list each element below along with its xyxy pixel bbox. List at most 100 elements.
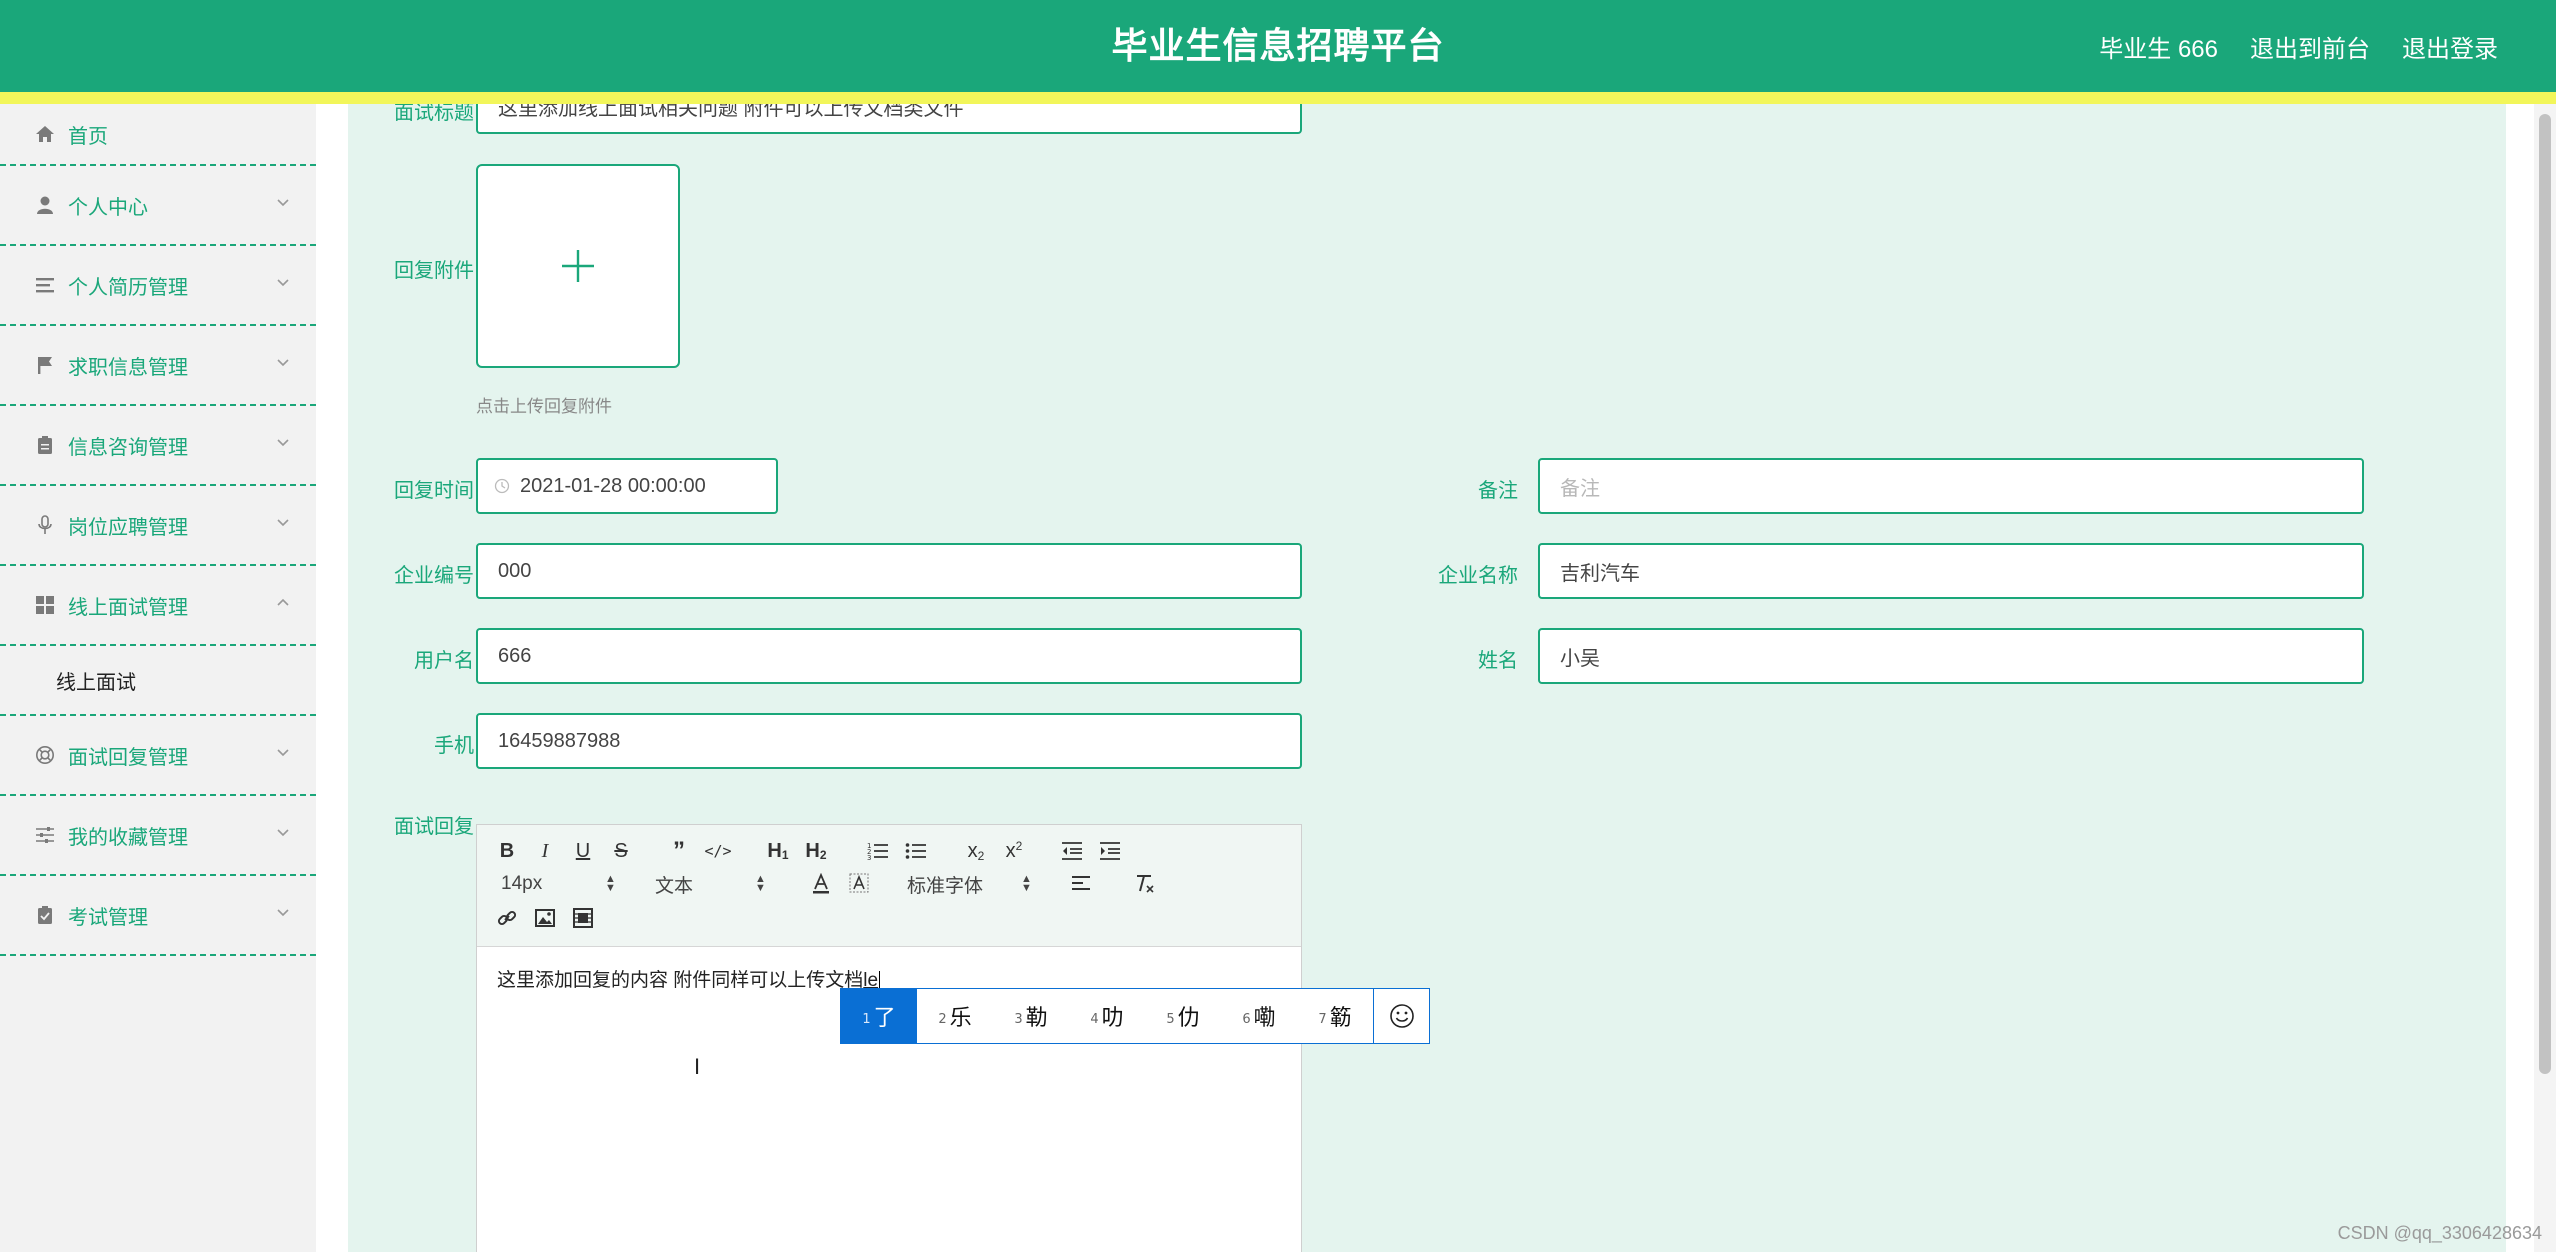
link-icon[interactable] — [495, 905, 519, 931]
chevron-down-icon — [277, 199, 289, 207]
subscript-icon[interactable]: x2 — [961, 839, 991, 864]
interview-title-input[interactable]: 这里添加线上面试相关问题 附件可以上传文档类文件 — [476, 104, 1302, 134]
sidebar-item-job-info[interactable]: 求职信息管理 — [0, 326, 316, 406]
smiley-icon — [1389, 1004, 1414, 1028]
phone-input[interactable]: 16459887988 — [476, 713, 1302, 769]
reply-time-picker[interactable]: 2021-01-28 00:00:00 — [476, 458, 778, 514]
sidebar-item-label: 个人中心 — [68, 196, 148, 219]
chevron-down-icon — [277, 749, 289, 757]
chevron-down-icon — [277, 359, 289, 367]
heading-1-icon[interactable]: H1 — [763, 839, 793, 863]
ordered-list-icon[interactable]: 123 — [865, 839, 891, 863]
sidebar-subitem-online-interview[interactable]: 线上面试 — [0, 646, 316, 716]
sidebar-item-online-interview[interactable]: 线上面试管理 — [0, 566, 316, 646]
sliders-icon — [34, 824, 56, 846]
username-input[interactable]: 666 — [476, 628, 1302, 684]
font-family-select[interactable]: 标准字体 ▲ ▼ — [907, 871, 1037, 897]
blockquote-icon[interactable]: ” — [667, 837, 691, 864]
sidebar-item-label: 信息咨询管理 — [68, 436, 188, 459]
reply-label: 面试回复 — [394, 816, 474, 838]
superscript-icon[interactable]: x2 — [999, 839, 1029, 863]
name-input[interactable]: 小吴 — [1538, 628, 2364, 684]
sidebar-item-consult[interactable]: 信息咨询管理 — [0, 406, 316, 486]
clock-icon — [494, 478, 510, 494]
editor-text: 这里添加回复的内容 附件同样可以上传文档 — [497, 970, 864, 991]
sidebar-item-personal-center[interactable]: 个人中心 — [0, 166, 316, 246]
font-color-icon[interactable] — [809, 871, 833, 897]
company-id-input[interactable]: 000 — [476, 543, 1302, 599]
sidebar-item-interview-reply[interactable]: 面试回复管理 — [0, 716, 316, 796]
company-id-label: 企业编号 — [394, 565, 474, 587]
interview-title-label: 面试标题 — [394, 104, 474, 124]
current-user-label[interactable]: 毕业生 666 — [2099, 29, 2218, 64]
grid-icon — [34, 594, 56, 616]
watermark: CSDN @qq_3306428634 — [2337, 1223, 2542, 1243]
top-header: 毕业生信息招聘平台 毕业生 666 退出到前台 退出登录 — [0, 0, 2556, 92]
sidebar-item-label: 求职信息管理 — [68, 356, 188, 379]
select-arrows-icon: ▲ ▼ — [755, 873, 766, 894]
text-cursor-icon: I — [694, 1054, 701, 1079]
ime-candidate-1[interactable]: 1了 — [841, 989, 917, 1043]
ime-candidate-7[interactable]: 7簕 — [1297, 989, 1373, 1043]
microphone-icon — [34, 514, 56, 536]
phone-label: 手机 — [434, 735, 474, 757]
svg-text:3: 3 — [867, 854, 871, 861]
sidebar-item-application[interactable]: 岗位应聘管理 — [0, 486, 316, 566]
paragraph-format-select[interactable]: 文本 ▲ ▼ — [655, 871, 775, 897]
bold-icon[interactable]: B — [495, 839, 519, 863]
image-icon[interactable] — [533, 905, 557, 931]
ime-candidate-2[interactable]: 2乐 — [917, 989, 993, 1043]
sidebar-item-label: 个人简历管理 — [68, 276, 188, 299]
ime-candidate-4[interactable]: 4叻 — [1069, 989, 1145, 1043]
underline-icon[interactable]: U — [571, 839, 595, 863]
ime-candidate-3[interactable]: 3勒 — [993, 989, 1069, 1043]
chevron-down-icon — [277, 909, 289, 917]
bullet-list-icon[interactable] — [903, 839, 929, 863]
font-size-value: 14px — [501, 873, 543, 894]
lifebuoy-icon — [34, 744, 56, 766]
attachment-hint: 点击上传回复附件 — [476, 397, 612, 416]
chevron-down-icon — [277, 279, 289, 287]
sidebar-item-resume[interactable]: 个人简历管理 — [0, 246, 316, 326]
select-arrows-icon: ▲ ▼ — [1021, 873, 1032, 894]
name-label: 姓名 — [1478, 650, 1518, 672]
page-scrollbar[interactable] — [2534, 104, 2556, 1252]
list-icon — [34, 274, 56, 296]
chevron-up-icon — [277, 598, 289, 606]
reply-time-label: 回复时间 — [394, 480, 474, 502]
background-color-icon[interactable] — [847, 871, 871, 897]
flag-icon — [34, 354, 56, 376]
sidebar-item-label: 线上面试管理 — [68, 596, 188, 619]
align-icon[interactable] — [1069, 871, 1093, 897]
ime-candidate-6[interactable]: 6嘞 — [1221, 989, 1297, 1043]
outdent-icon[interactable] — [1059, 839, 1085, 863]
clear-format-icon[interactable] — [1133, 871, 1157, 897]
chevron-down-icon — [277, 519, 289, 527]
strikethrough-icon[interactable]: S — [609, 839, 633, 863]
sidebar-item-home[interactable]: 首页 — [0, 104, 316, 166]
video-icon[interactable] — [571, 905, 595, 931]
reply-time-value: 2021-01-28 00:00:00 — [520, 474, 706, 497]
heading-2-icon[interactable]: H2 — [801, 839, 831, 863]
sidebar-item-label: 岗位应聘管理 — [68, 516, 188, 539]
select-arrows-icon: ▲ ▼ — [605, 873, 616, 894]
ime-candidate-5[interactable]: 5仂 — [1145, 989, 1221, 1043]
attachment-label: 回复附件 — [394, 260, 474, 282]
back-to-front-link[interactable]: 退出到前台 — [2250, 29, 2370, 64]
sidebar-item-favorites[interactable]: 我的收藏管理 — [0, 796, 316, 876]
italic-icon[interactable]: I — [533, 839, 557, 863]
logout-link[interactable]: 退出登录 — [2402, 29, 2498, 64]
ime-candidate-window: 1了 2乐 3勒 4叻 5仂 6嘞 7簕 — [840, 988, 1430, 1044]
editor-content-area[interactable]: 这里添加回复的内容 附件同样可以上传文档le — [497, 965, 881, 992]
company-name-input[interactable]: 吉利汽车 — [1538, 543, 2364, 599]
indent-icon[interactable] — [1097, 839, 1123, 863]
scrollbar-thumb[interactable] — [2539, 114, 2551, 1074]
code-block-icon[interactable]: </> — [704, 839, 731, 863]
sidebar-item-label: 首页 — [68, 125, 108, 148]
font-size-select[interactable]: 14px ▲ ▼ — [501, 871, 621, 897]
ime-emoji-button[interactable] — [1373, 989, 1429, 1043]
attachment-upload-button[interactable] — [476, 164, 680, 368]
sidebar-item-label: 考试管理 — [68, 906, 148, 929]
remark-input[interactable]: 备注 — [1538, 458, 2364, 514]
sidebar-item-exam[interactable]: 考试管理 — [0, 876, 316, 956]
